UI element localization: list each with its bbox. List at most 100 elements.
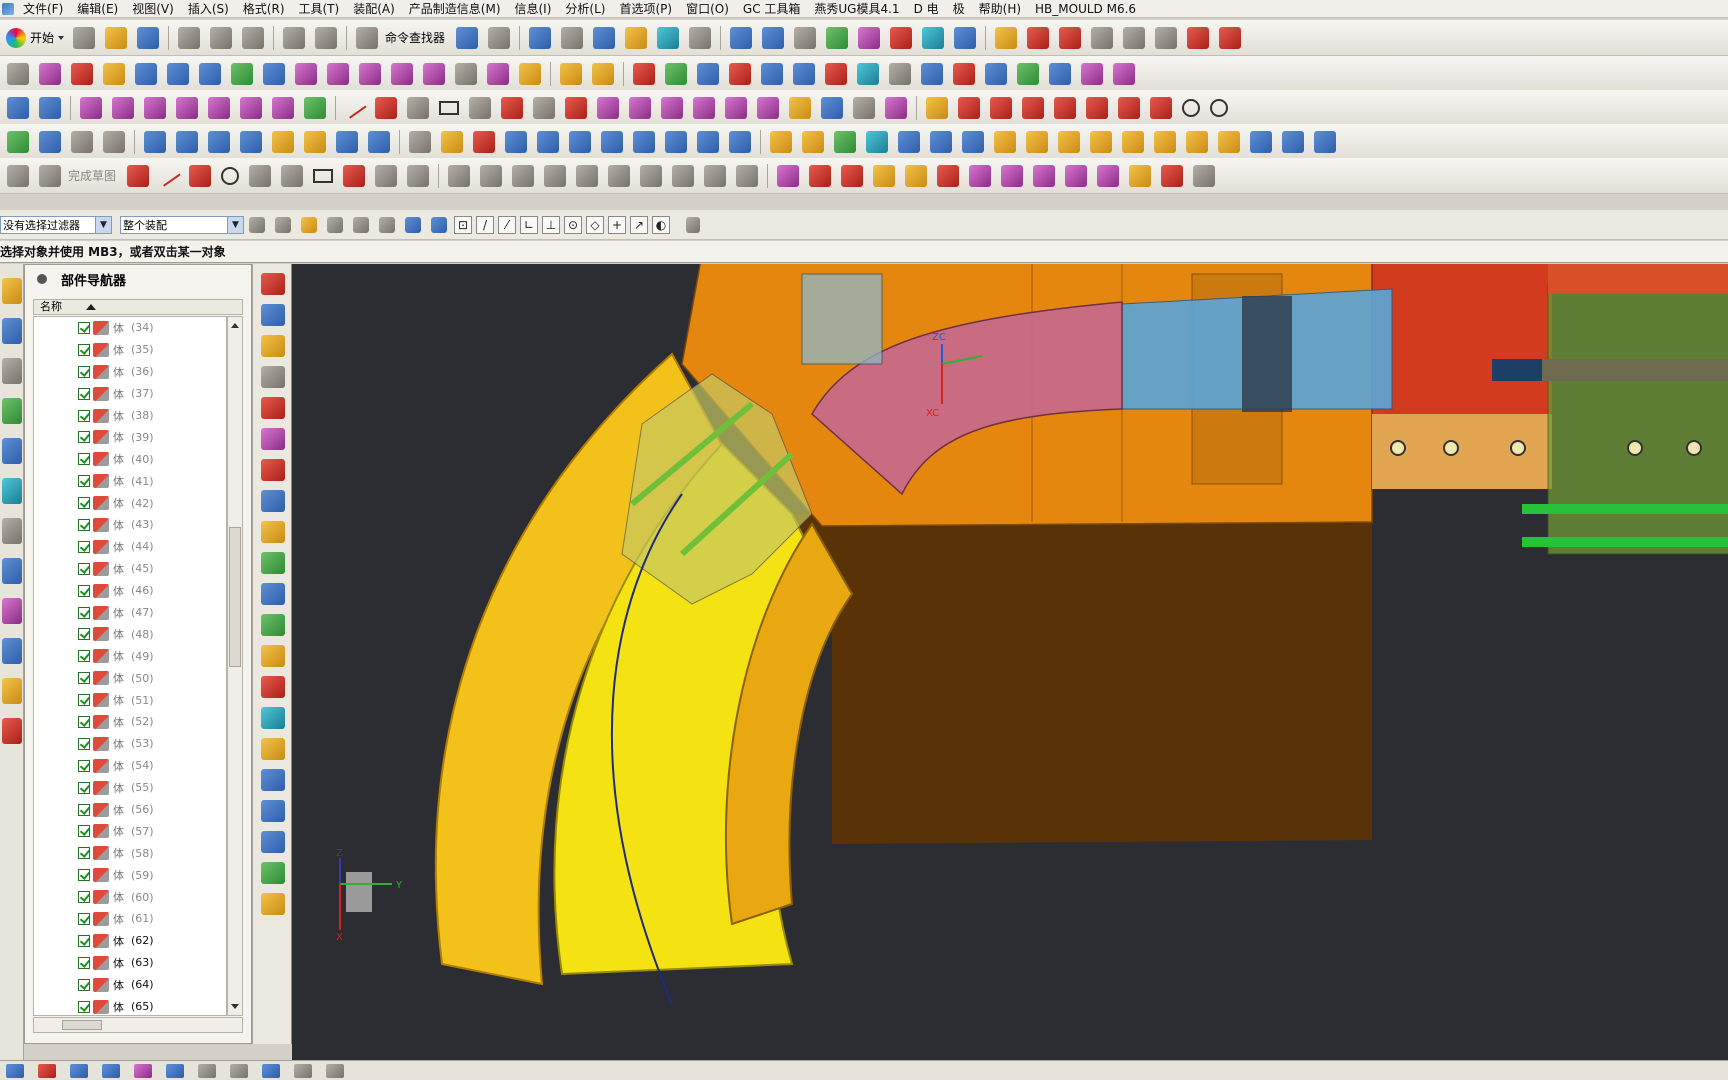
visibility-checkbox[interactable] bbox=[78, 650, 90, 663]
body-select-icon[interactable] bbox=[405, 216, 421, 233]
orient-view-icon[interactable] bbox=[657, 26, 680, 49]
model-scene[interactable]: ZC XC Z Y X bbox=[292, 264, 1728, 1060]
visibility-checkbox[interactable] bbox=[78, 803, 90, 816]
cube-6-icon[interactable] bbox=[665, 130, 687, 153]
open-folder-icon[interactable] bbox=[105, 26, 128, 49]
component-select-icon[interactable] bbox=[431, 216, 447, 233]
navigator-row[interactable]: 体 (52) bbox=[34, 711, 226, 733]
offset-surface-icon[interactable] bbox=[327, 62, 349, 85]
thicken-icon[interactable] bbox=[519, 62, 541, 85]
sketch-line-tool-icon[interactable] bbox=[157, 164, 181, 187]
cube-3-icon[interactable] bbox=[569, 130, 591, 153]
bottom-tool-4-icon[interactable] bbox=[102, 1063, 120, 1078]
reference-set-icon[interactable] bbox=[261, 366, 285, 388]
point-icon[interactable] bbox=[407, 96, 429, 119]
standard-part-icon[interactable] bbox=[857, 62, 879, 85]
sketch-circle-icon[interactable] bbox=[221, 166, 240, 185]
extension-icon[interactable] bbox=[295, 62, 317, 85]
system-scene-tab-icon[interactable] bbox=[2, 718, 22, 744]
page-icon[interactable] bbox=[409, 130, 431, 153]
cut-icon[interactable] bbox=[178, 26, 201, 49]
horizontal-scroll-thumb[interactable] bbox=[62, 1020, 102, 1030]
menu-preferences[interactable]: 首选项(P) bbox=[614, 0, 681, 17]
sketch-mirror-icon[interactable] bbox=[1150, 96, 1172, 119]
unite-icon[interactable] bbox=[1059, 26, 1082, 49]
constraint-icon[interactable] bbox=[544, 164, 567, 187]
bottom-tool-7-icon[interactable] bbox=[198, 1063, 216, 1078]
red-block-icon[interactable] bbox=[261, 397, 285, 419]
project-curve-icon[interactable] bbox=[629, 96, 651, 119]
bead-icon[interactable] bbox=[1314, 130, 1336, 153]
start-button[interactable]: 开始 bbox=[2, 24, 58, 52]
boolean-5-icon[interactable] bbox=[905, 164, 928, 187]
command-finder-button[interactable]: 命令查找器 bbox=[383, 29, 451, 46]
menu-format[interactable]: 格式(R) bbox=[238, 0, 294, 17]
menu-pmi[interactable]: 产品制造信息(M) bbox=[404, 0, 510, 17]
stack-blocks-icon[interactable] bbox=[261, 521, 285, 543]
visibility-checkbox[interactable] bbox=[78, 518, 90, 531]
wave-link-icon[interactable] bbox=[261, 428, 285, 450]
ruler-icon[interactable] bbox=[261, 707, 285, 729]
sweep-icon[interactable] bbox=[455, 62, 477, 85]
pen-icon[interactable] bbox=[39, 96, 61, 119]
navigator-row[interactable]: 体 (47) bbox=[34, 602, 226, 624]
shield-icon[interactable] bbox=[473, 130, 495, 153]
ruled-surface-icon[interactable] bbox=[167, 62, 189, 85]
sketch-fillet-tool-icon[interactable] bbox=[249, 164, 272, 187]
unbend-icon[interactable] bbox=[1090, 130, 1112, 153]
navigator-row[interactable]: 体 (35) bbox=[34, 339, 226, 361]
paste-icon[interactable] bbox=[242, 26, 265, 49]
sketch-arc-tool-icon[interactable] bbox=[189, 164, 212, 187]
table-icon[interactable] bbox=[71, 130, 93, 153]
polygon-icon[interactable] bbox=[469, 96, 491, 119]
divide-curve-icon[interactable] bbox=[821, 96, 843, 119]
parting-icon[interactable] bbox=[793, 62, 815, 85]
component-array-icon[interactable] bbox=[697, 62, 719, 85]
orange-flag-icon[interactable] bbox=[261, 459, 285, 481]
bottom-tool-9-icon[interactable] bbox=[262, 1063, 280, 1078]
visibility-checkbox[interactable] bbox=[78, 912, 90, 925]
selection-scope-dropdown[interactable]: 整个装配 ▼ bbox=[120, 215, 244, 234]
sketch-spline-icon[interactable] bbox=[343, 164, 366, 187]
visibility-checkbox[interactable] bbox=[78, 694, 90, 707]
navigator-row[interactable]: 体 (34) bbox=[34, 317, 226, 339]
visibility-checkbox[interactable] bbox=[78, 562, 90, 575]
bottom-tool-2-icon[interactable] bbox=[38, 1063, 56, 1078]
vertical-scrollbar[interactable] bbox=[227, 316, 243, 1016]
patch-icon[interactable] bbox=[391, 62, 413, 85]
visibility-checkbox[interactable] bbox=[78, 759, 90, 772]
bottom-tool-8-icon[interactable] bbox=[230, 1063, 248, 1078]
boolean-3-icon[interactable] bbox=[841, 164, 864, 187]
navigator-row[interactable]: 体 (62) bbox=[34, 930, 226, 952]
surface-patch-icon[interactable] bbox=[71, 62, 93, 85]
measure-distance-icon[interactable] bbox=[954, 26, 977, 49]
view-manager-icon[interactable] bbox=[1017, 62, 1039, 85]
process-studio-tab-icon[interactable] bbox=[2, 638, 22, 664]
clock-tab-icon[interactable] bbox=[2, 518, 22, 544]
boolean-10-icon[interactable] bbox=[1065, 164, 1088, 187]
offset-face-icon[interactable] bbox=[1155, 26, 1178, 49]
green-tool-icon[interactable] bbox=[261, 552, 285, 574]
scroll-thumb[interactable] bbox=[229, 527, 241, 667]
network-icon[interactable] bbox=[834, 130, 856, 153]
connector-icon[interactable] bbox=[866, 130, 888, 153]
join-curve-icon[interactable] bbox=[725, 96, 747, 119]
visibility-checkbox[interactable] bbox=[78, 934, 90, 947]
assembly-new-icon[interactable] bbox=[592, 62, 614, 85]
trim-body-icon[interactable] bbox=[995, 26, 1018, 49]
visibility-checkbox[interactable] bbox=[78, 715, 90, 728]
scroll-up-icon[interactable] bbox=[231, 323, 239, 328]
ellipse-icon[interactable] bbox=[1210, 98, 1228, 117]
assembly-tree-icon[interactable] bbox=[39, 130, 61, 153]
cube-2-icon[interactable] bbox=[537, 130, 559, 153]
feature-params-icon[interactable] bbox=[112, 96, 134, 119]
filter-settings-icon[interactable] bbox=[249, 216, 265, 233]
navigator-row[interactable]: 体 (40) bbox=[34, 448, 226, 470]
color-edit-icon[interactable] bbox=[633, 62, 655, 85]
rebend-icon[interactable] bbox=[1122, 130, 1144, 153]
ejector-pin-icon[interactable] bbox=[921, 62, 943, 85]
sketch-chamfer-icon[interactable] bbox=[281, 164, 304, 187]
palette-tab-icon[interactable] bbox=[2, 598, 22, 624]
curve-rule-icon[interactable] bbox=[353, 216, 369, 233]
sketch-point-icon[interactable] bbox=[375, 164, 398, 187]
